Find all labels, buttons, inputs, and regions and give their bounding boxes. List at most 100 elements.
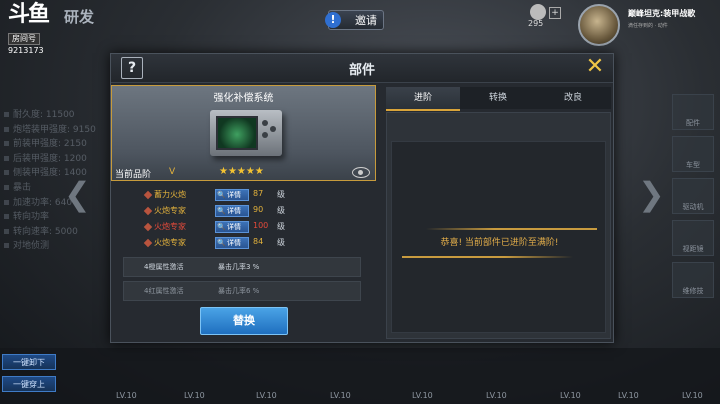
part-level: LV.10 [330, 391, 351, 400]
activation-row: 4红属性激活 暴击几率6 % [123, 281, 361, 301]
radar-device-icon [210, 110, 282, 156]
stat-line: 后装甲强度: 1200 [4, 152, 104, 167]
grade-label: 当前品阶 [115, 170, 152, 180]
dialog-tabs: 进阶 转换 改良 [386, 87, 611, 111]
attribute-unit: 级 [277, 190, 285, 199]
tab-convert[interactable]: 转换 [461, 87, 535, 109]
grade-value: V [169, 167, 176, 177]
room-id: 9213173 [8, 46, 44, 55]
stat-bullet-icon [4, 184, 9, 190]
activation-value: 暴击几率3 % [218, 263, 260, 271]
activation-row: 4橙属性激活 暴击几率3 % [123, 257, 361, 277]
tab-advance[interactable]: 进阶 [386, 87, 460, 111]
room-label: 房间号 [8, 33, 40, 45]
knob [262, 132, 268, 138]
max-level-banner: 恭喜! 当前部件已进阶至满阶! [402, 228, 597, 258]
attribute-value: 84 [253, 237, 264, 246]
tank-subtitle: 滴任存到的 · 动件 [628, 23, 668, 29]
section-title: 研发 [64, 8, 95, 26]
invite-button[interactable]: ! 邀请 [325, 10, 384, 30]
tank-name: 巅峰坦克:装甲战歌 [628, 9, 696, 18]
attribute-name: 火炮专家 [154, 206, 186, 215]
activation-value: 暴击几率6 % [218, 287, 260, 295]
advance-content: 恭喜! 当前部件已进阶至满阶! [391, 141, 606, 333]
knob [270, 126, 276, 132]
part-card: 强化补偿系统 当前品阶 V ★★★★★ [111, 85, 376, 181]
diamond-icon [143, 222, 153, 232]
activation-key: 4红属性激活 [144, 287, 184, 295]
currency-count: 295 [528, 19, 544, 28]
stat-bullet-icon [4, 112, 9, 117]
attribute-name: 火炮专家 [154, 222, 186, 231]
attribute-unit: 级 [277, 206, 285, 215]
rail-item[interactable]: 维修技 [672, 262, 714, 298]
part-level: LV.10 [560, 391, 581, 400]
banner-line [426, 228, 597, 230]
tab-improve[interactable]: 改良 [536, 87, 610, 109]
part-dialog: ? 部件 ✕ 强化补偿系统 当前品阶 V ★★★★★ 蓄力火炮 详情 87 级 … [110, 53, 614, 343]
alert-icon: ! [325, 12, 341, 28]
detail-button[interactable]: 详情 [215, 237, 249, 249]
stat-line: 对地侦测 [4, 239, 104, 254]
replace-button[interactable]: 替换 [200, 307, 288, 335]
stat-bullet-icon [4, 228, 9, 234]
knob [262, 120, 268, 126]
stat-line: 耐久度: 11500 [4, 108, 104, 123]
unequip-all-button[interactable]: 一键卸下 [2, 354, 56, 370]
part-level: LV.10 [116, 391, 137, 400]
dialog-title: 部件 [348, 63, 375, 78]
part-name: 强化补偿系统 [213, 93, 274, 104]
stat-line: 炮塔装甲强度: 9150 [4, 123, 104, 138]
attribute-unit: 级 [277, 238, 285, 247]
rail-item[interactable]: 车型 [672, 136, 714, 172]
part-level: LV.10 [412, 391, 433, 400]
attribute-name: 蓄力火炮 [154, 190, 186, 199]
prev-arrow-icon[interactable]: ❮ [64, 178, 91, 210]
stat-line: 前装甲强度: 2150 [4, 137, 104, 152]
radar-screen [216, 116, 258, 150]
equip-all-button[interactable]: 一键穿上 [2, 376, 56, 392]
right-rail: 配件 车型 驱动机 视距镜 维修技 [672, 94, 716, 304]
attribute-name: 火炮专家 [154, 238, 186, 247]
rail-item[interactable]: 配件 [672, 94, 714, 130]
add-currency-button[interactable]: + [549, 7, 561, 19]
stat-line: 转向速率: 5000 [4, 225, 104, 240]
part-level: LV.10 [682, 391, 703, 400]
parts-strip: 一键卸下 一键穿上 LV.10 LV.10 LV.10 LV.10 LV.10 … [0, 348, 720, 404]
detail-button[interactable]: 详情 [215, 221, 249, 233]
invite-label: 邀请 [355, 14, 377, 27]
attribute-unit: 级 [277, 222, 285, 231]
attribute-value: 87 [253, 189, 264, 198]
stat-bullet-icon [4, 141, 9, 147]
stat-bullet-icon [4, 155, 9, 161]
diamond-icon [143, 190, 153, 200]
next-arrow-icon[interactable]: ❯ [638, 178, 665, 210]
medal-icon [530, 4, 546, 20]
eye-icon[interactable] [352, 167, 370, 178]
part-level: LV.10 [486, 391, 507, 400]
banner-line [402, 256, 573, 258]
max-level-message: 恭喜! 当前部件已进阶至满阶! [440, 238, 559, 248]
part-level: LV.10 [184, 391, 205, 400]
detail-button[interactable]: 详情 [215, 205, 249, 217]
part-level: LV.10 [618, 391, 639, 400]
close-icon[interactable]: ✕ [583, 55, 607, 79]
advance-panel: 恭喜! 当前部件已进阶至满阶! [386, 112, 611, 339]
logo-mark: 斗鱼 [8, 2, 50, 27]
stat-bullet-icon [4, 243, 9, 249]
diamond-icon [143, 206, 153, 216]
rail-item[interactable]: 视距镜 [672, 220, 714, 256]
attribute-value: 100 [253, 221, 269, 230]
detail-button[interactable]: 详情 [215, 189, 249, 201]
dialog-header: ? 部件 ✕ [111, 54, 613, 83]
stat-bullet-icon [4, 170, 9, 176]
avatar[interactable] [578, 4, 620, 46]
part-level: LV.10 [256, 391, 277, 400]
star-rating: ★★★★★ [219, 166, 264, 177]
activation-key: 4橙属性激活 [144, 263, 184, 271]
stat-bullet-icon [4, 199, 9, 205]
rail-item[interactable]: 驱动机 [672, 178, 714, 214]
stream-logo: 斗鱼 房间号 9213173 [8, 2, 54, 55]
stat-bullet-icon [4, 214, 9, 220]
attribute-value: 90 [253, 205, 264, 214]
